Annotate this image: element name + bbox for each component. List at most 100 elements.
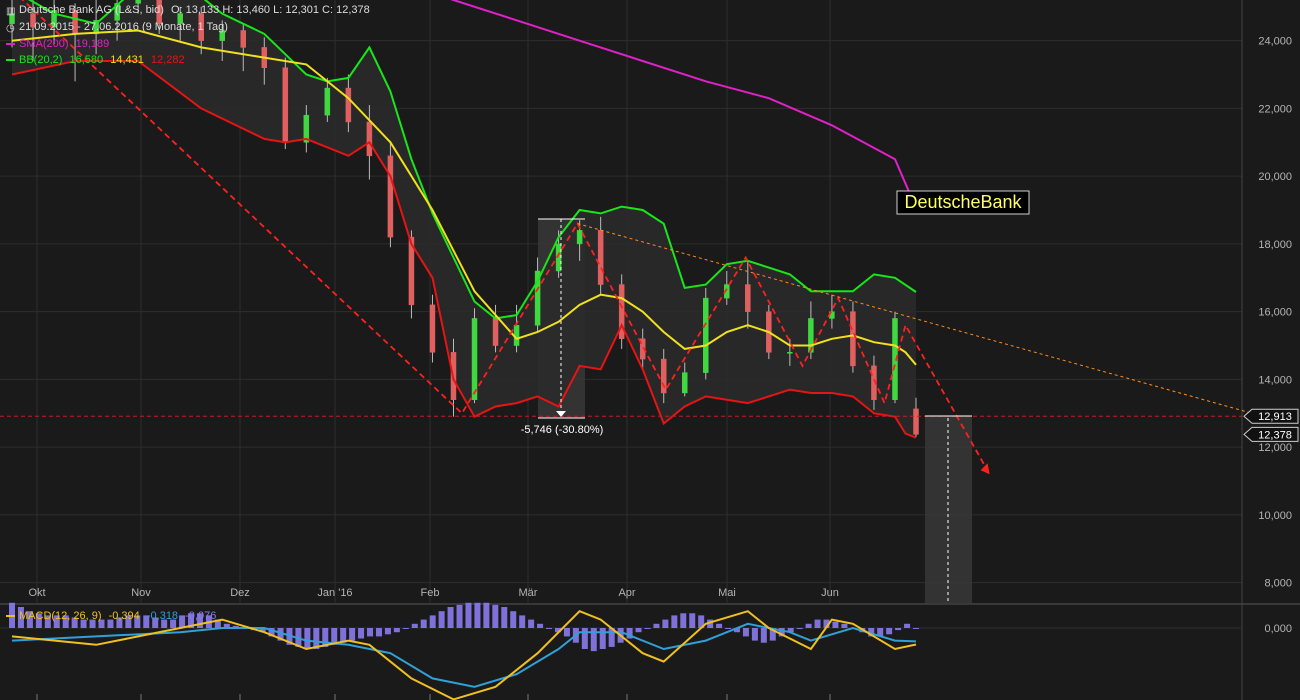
y-tick-label: 10,000 xyxy=(1258,510,1292,522)
candle-body xyxy=(808,318,814,353)
candle-body xyxy=(387,155,394,238)
clock-icon: ◷ xyxy=(6,23,15,34)
y-tick-label: 22,000 xyxy=(1258,103,1292,115)
macd-hist-bar xyxy=(716,623,723,628)
y-tick-label: 16,000 xyxy=(1258,307,1292,319)
macd-hist-bar xyxy=(662,619,669,628)
x-tick-label: Jan '16 xyxy=(317,587,352,599)
macd-signal-value: -0,318 xyxy=(146,610,179,622)
price-chart[interactable]: -5,746 (-30.80%) 12,913 12,378 24,000 22,00… xyxy=(0,0,1300,700)
candle-body xyxy=(787,352,793,354)
ohlc-values: O: 13,133 H: 13,460 L: 12,301 C: 12,378 xyxy=(170,4,370,16)
macd-hist-bar xyxy=(796,628,803,629)
candle-body xyxy=(576,230,583,245)
macd-hist-bar xyxy=(680,613,687,628)
candle-body xyxy=(745,284,751,312)
candle-body xyxy=(324,87,331,116)
macd-hist-value: -0,076 xyxy=(185,610,217,622)
macd-hist-bar xyxy=(886,628,893,635)
macd-hist-bar xyxy=(644,628,651,629)
x-tick-label: Nov xyxy=(131,587,151,599)
macd-hist-bar xyxy=(751,628,758,641)
macd-hist-bar xyxy=(510,611,517,628)
macd-hist-bar xyxy=(465,602,472,628)
x-tick-label: Jun xyxy=(821,587,839,599)
y-tick-label: 8,000 xyxy=(1264,578,1292,590)
macd-hist-bar xyxy=(904,623,911,628)
macd-hist-bar xyxy=(814,619,821,628)
macd-hist-bar xyxy=(546,628,553,629)
y-tick-label: 24,000 xyxy=(1258,36,1292,48)
macd-hist-bar xyxy=(832,621,839,628)
macd-hist-bar xyxy=(402,628,409,629)
candle-body xyxy=(345,87,352,123)
watermark-text: DeutscheBank xyxy=(904,192,1022,212)
macd-hist-bar xyxy=(653,623,660,628)
macd-hist-bar xyxy=(375,628,382,637)
macd-hist-bar xyxy=(393,628,400,633)
macd-hist-bar xyxy=(456,604,463,628)
macd-value: -0,394 xyxy=(108,610,140,622)
macd-hist-bar xyxy=(805,623,812,628)
candle-body xyxy=(681,372,688,394)
bb-label: BB(20,2) xyxy=(19,54,63,66)
macd-hist-bar xyxy=(429,615,436,628)
macd-hist-bar xyxy=(895,628,902,631)
sma-label: SMA(200) xyxy=(19,38,69,50)
bb-upper-value: 16,580 xyxy=(69,54,104,66)
macd-hist-bar xyxy=(411,623,418,628)
macd-hist-bar xyxy=(725,628,732,629)
x-tick-label: Okt xyxy=(28,587,45,599)
macd-hist-bar xyxy=(563,628,570,637)
x-tick-label: Mär xyxy=(519,587,538,599)
bb-lower-value: 12,282 xyxy=(150,54,185,66)
macd-hist-bar xyxy=(304,628,311,649)
watermark: DeutscheBank xyxy=(896,190,1030,215)
price-marker-label-2: 12,378 xyxy=(1258,429,1292,441)
macd-hist-bar xyxy=(537,623,544,628)
macd-hist-bar xyxy=(492,604,499,628)
legend-macd[interactable]: MACD(12, 26, 9) -0,394 -0,318 -0,076 xyxy=(6,609,216,623)
y-tick-label: 14,000 xyxy=(1258,374,1292,386)
macd-hist-bar xyxy=(841,623,848,628)
date-range: 21.09.2015 - 27.06.2016 (9 Monate, 1 Tag… xyxy=(19,21,228,33)
macd-hist-bar xyxy=(358,628,365,639)
y-tick-label: 20,000 xyxy=(1258,171,1292,183)
candle-body xyxy=(913,408,919,435)
macd-hist-bar xyxy=(689,613,696,628)
candle-body xyxy=(471,318,478,400)
bb-swatch xyxy=(6,59,15,62)
macd-hist-bar xyxy=(519,615,526,628)
macd-hist-bar xyxy=(420,619,427,628)
macd-hist-bar xyxy=(474,602,481,628)
macd-hist-bar xyxy=(438,611,445,628)
x-tick-label: Dez xyxy=(230,587,250,599)
y-tick-label: 12,000 xyxy=(1258,442,1292,454)
macd-hist-bar xyxy=(528,619,535,628)
instrument-name: Deutsche Bank AG (L&S, bid) xyxy=(19,4,164,16)
candle-body xyxy=(850,311,856,367)
legend-bb[interactable]: BB(20,2) 16,580 14,431 12,282 xyxy=(6,53,185,67)
macd-hist-bar xyxy=(581,628,588,649)
header-line-ohlc: ▥ Deutsche Bank AG (L&S, bid) O: 13,133 H… xyxy=(6,3,370,17)
x-tick-label: Mai xyxy=(718,587,736,599)
sma-value: 19,189 xyxy=(75,38,110,50)
macd-hist-bar xyxy=(483,602,490,628)
macd-hist-bar xyxy=(913,628,919,629)
candle-body xyxy=(429,304,436,353)
macd-hist-bar xyxy=(742,628,749,637)
macd-hist-bar xyxy=(384,628,391,635)
macd-y-tick-label: 0,000 xyxy=(1264,623,1292,635)
macd-hist-bar xyxy=(447,607,454,628)
candle-body xyxy=(703,297,709,373)
bb-mid-value: 14,431 xyxy=(110,54,144,66)
candle-body xyxy=(597,230,604,285)
sma-swatch xyxy=(6,43,15,46)
trend-arrow-head xyxy=(980,463,990,475)
macd-swatch xyxy=(6,615,15,618)
y-tick-label: 18,000 xyxy=(1258,239,1292,251)
legend-sma[interactable]: SMA(200) 19,189 xyxy=(6,37,109,51)
candle-body xyxy=(660,358,667,394)
bar-chart-icon: ▥ xyxy=(6,6,16,17)
price-marker-label-1: 12,913 xyxy=(1258,411,1292,423)
